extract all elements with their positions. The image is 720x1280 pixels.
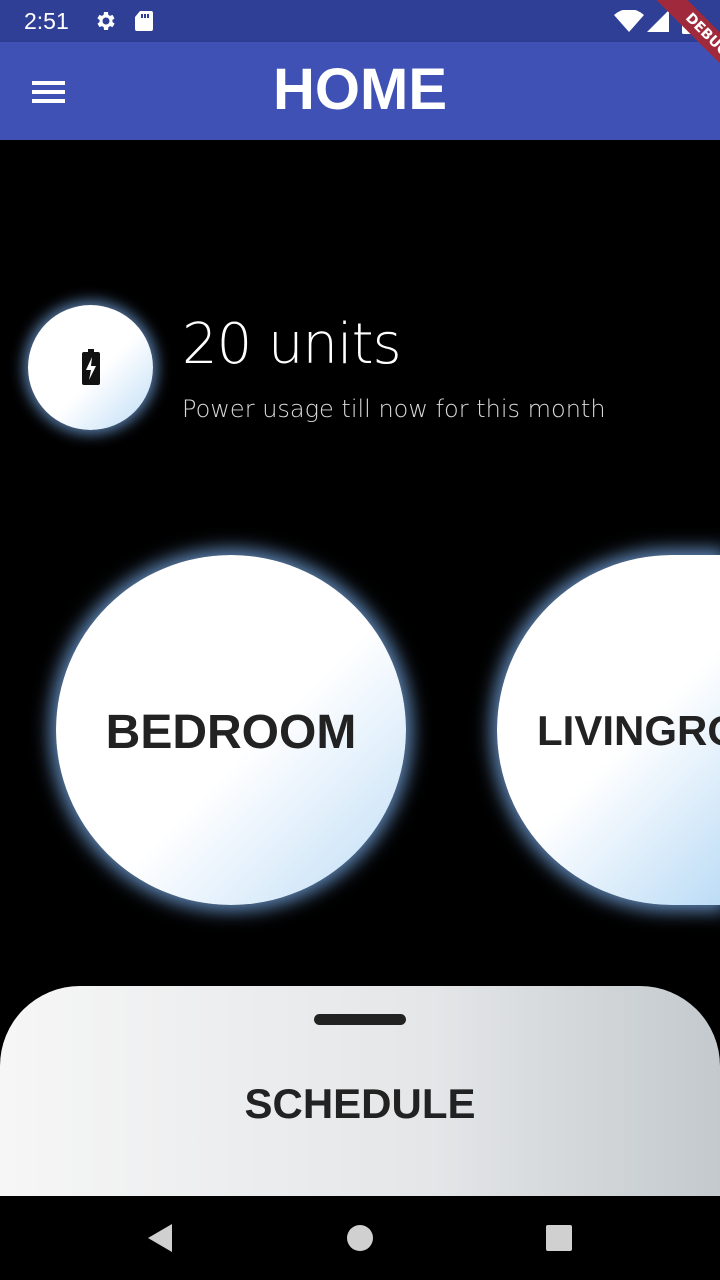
battery-icon bbox=[681, 8, 697, 39]
drag-handle[interactable] bbox=[314, 1014, 406, 1025]
usage-value: 20 units bbox=[182, 312, 402, 377]
battery-charging-icon bbox=[82, 349, 100, 390]
status-bar: 2:51 bbox=[0, 0, 720, 42]
room-label: LIVINGROOM bbox=[537, 707, 720, 754]
schedule-sheet[interactable]: SCHEDULE bbox=[0, 986, 720, 1201]
usage-caption: Power usage till now for this month bbox=[182, 395, 606, 423]
home-icon bbox=[347, 1225, 373, 1251]
gear-icon bbox=[93, 9, 117, 38]
page-title: HOME bbox=[273, 57, 447, 122]
back-icon bbox=[148, 1224, 172, 1252]
signal-icon bbox=[647, 10, 671, 37]
schedule-label: SCHEDULE bbox=[244, 1080, 476, 1127]
room-livingroom-button[interactable]: LIVINGROOM bbox=[497, 555, 720, 905]
recents-icon bbox=[546, 1225, 572, 1251]
room-bedroom-button[interactable]: BEDROOM bbox=[56, 555, 406, 905]
usage-icon-circle bbox=[28, 305, 153, 430]
navigation-bar bbox=[0, 1196, 720, 1280]
wifi-icon bbox=[614, 9, 644, 37]
app-bar: HOME bbox=[0, 42, 720, 140]
status-time: 2:51 bbox=[24, 8, 69, 34]
recents-button[interactable] bbox=[539, 1218, 579, 1258]
back-button[interactable] bbox=[142, 1218, 182, 1258]
room-label: BEDROOM bbox=[105, 706, 357, 759]
sd-card-icon bbox=[133, 9, 155, 38]
home-button[interactable] bbox=[340, 1218, 380, 1258]
